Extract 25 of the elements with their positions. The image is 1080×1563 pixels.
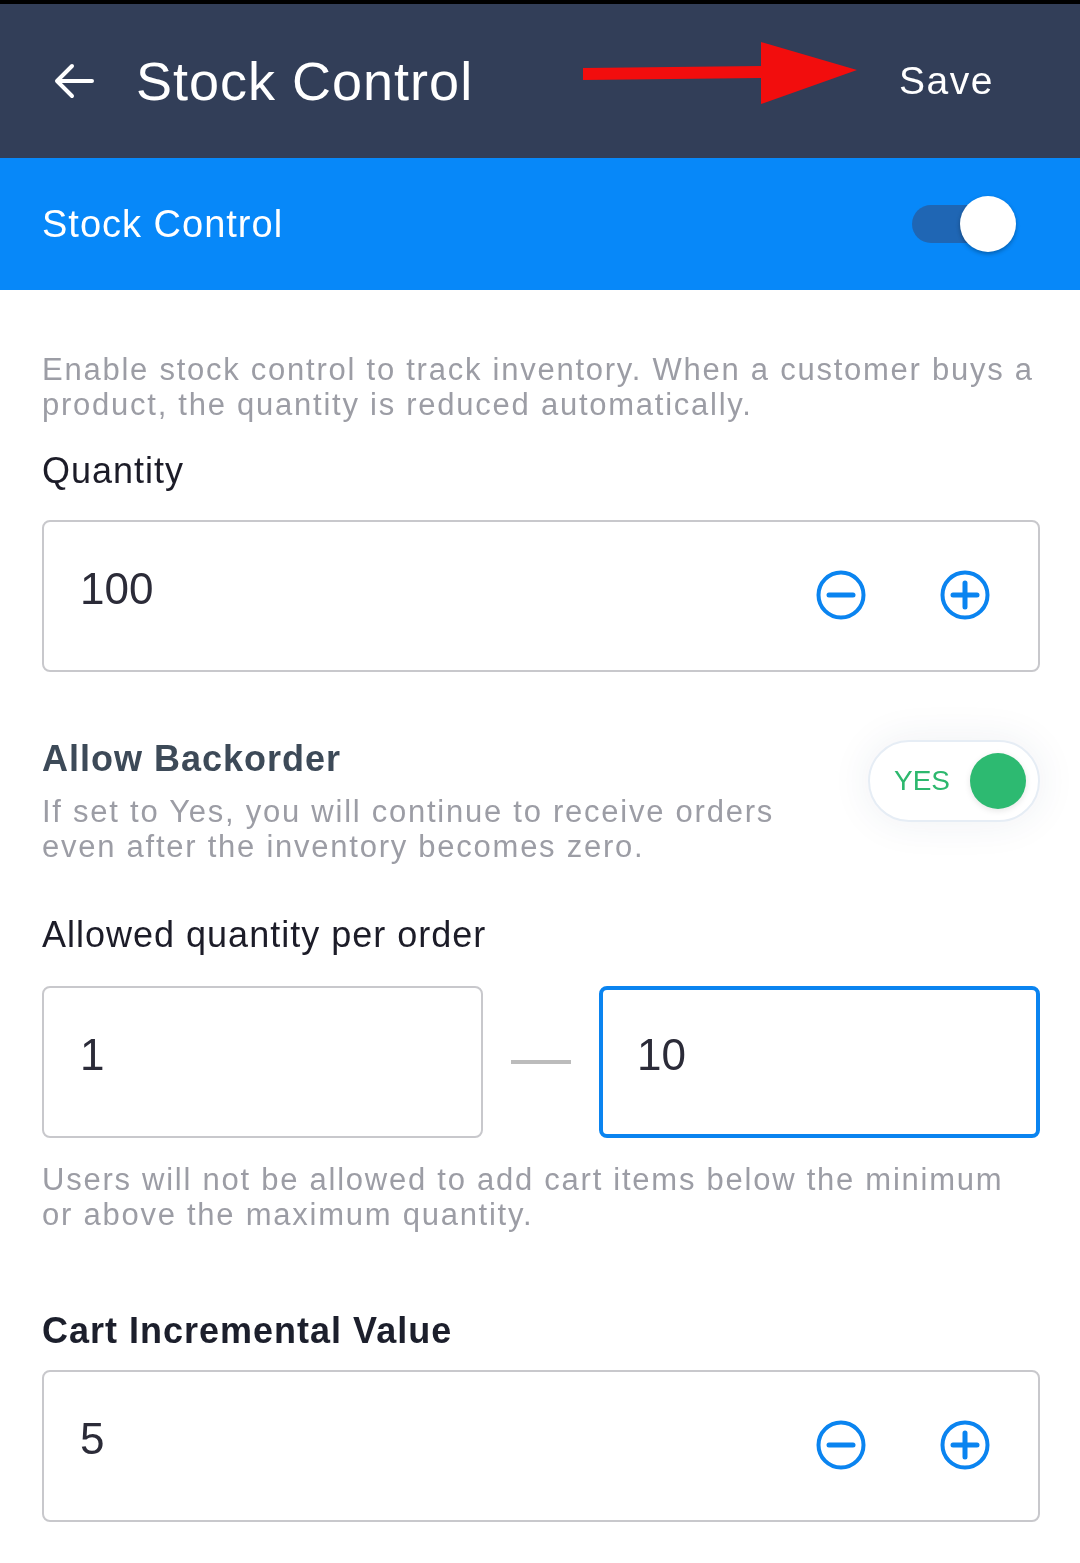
minus-circle-icon: [816, 570, 866, 620]
minimum-quantity-field[interactable]: 1: [42, 986, 483, 1138]
quantity-label: Quantity: [42, 450, 186, 492]
backorder-description: If set to Yes, you will continue to receive orders even after the inventory becomes zero.: [42, 794, 775, 864]
back-arrow-icon: [54, 63, 94, 99]
quantity-hint: Users will not be allowed to add cart items below the minimum or above the maximum quantity.: [42, 1162, 1005, 1232]
quantity-field[interactable]: 100: [42, 520, 1040, 672]
allow-backorder-title: Allow Backorder: [42, 738, 343, 780]
page-title: Stock Control: [136, 50, 474, 112]
back-button[interactable]: [54, 63, 94, 99]
increase-button[interactable]: [940, 1420, 990, 1470]
stock-control-label: Stock Control: [42, 202, 284, 246]
plus-circle-icon: [940, 1420, 990, 1470]
allowed-quantity-label: Allowed quantity per order: [42, 914, 488, 956]
plus-circle-icon: [940, 570, 990, 620]
stock-control-switch[interactable]: [912, 196, 1016, 252]
stock-control-description: Enable stock control to track inventory. When a customer buys a product, the quantity is reduced automatically.: [42, 352, 1035, 422]
minus-circle-icon: [816, 1420, 866, 1470]
decrease-button[interactable]: [816, 570, 866, 620]
decrease-button[interactable]: [816, 1420, 866, 1470]
save-button[interactable]: Save: [889, 53, 1004, 109]
increase-button[interactable]: [940, 570, 990, 620]
maximum-quantity-field[interactable]: 10: [599, 986, 1040, 1138]
cart-increment-field[interactable]: 5: [42, 1370, 1040, 1522]
cart-increment-label: Cart Incremental Value: [42, 1310, 454, 1352]
